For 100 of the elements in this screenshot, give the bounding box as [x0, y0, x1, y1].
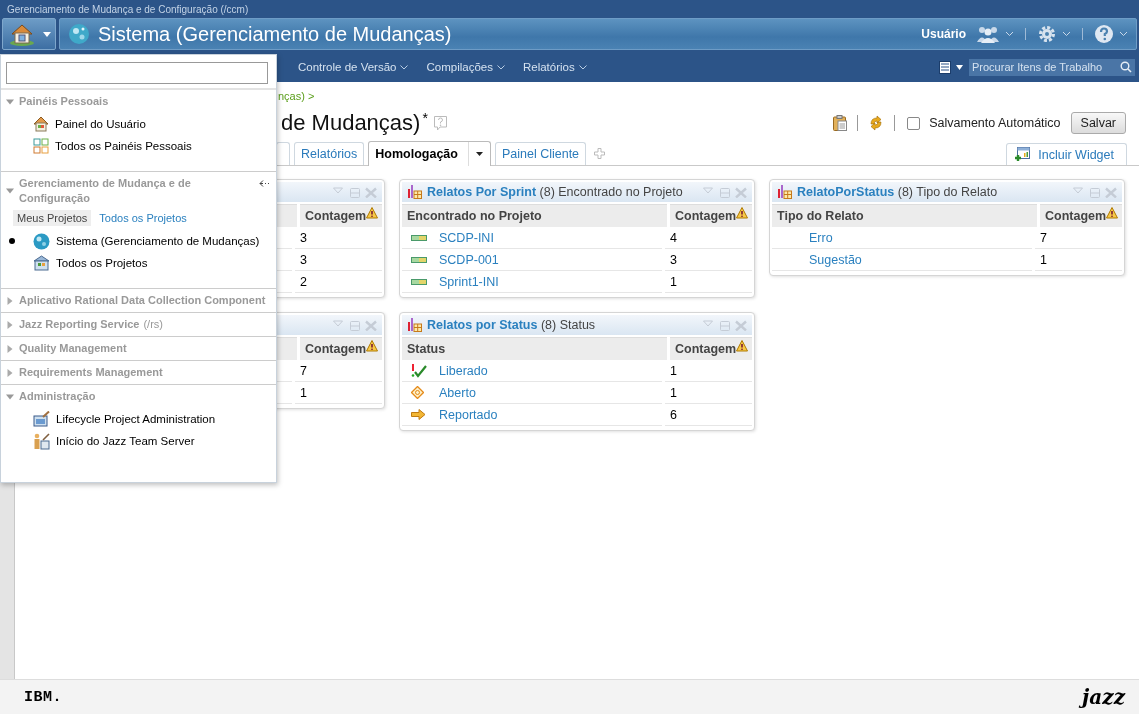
- nav-menu[interactable]: Controle de Versão: [298, 61, 409, 73]
- row-link[interactable]: Aberto: [439, 385, 476, 400]
- help-menu-button[interactable]: [1094, 24, 1128, 44]
- chevron-icon: [1005, 31, 1014, 37]
- widget-controls-icon[interactable]: [703, 319, 747, 331]
- search-field[interactable]: Procurar Itens de Trabalho: [969, 58, 1135, 76]
- iteration-icon: [411, 256, 427, 263]
- count-cell: 6: [665, 404, 752, 426]
- warning-icon: [366, 207, 378, 219]
- iteration-icon: [411, 278, 427, 285]
- home-menu-button[interactable]: [2, 18, 56, 50]
- ibm-logo: IBM.: [24, 688, 62, 706]
- section-title[interactable]: Aplicativo Rational Data Collection Component: [19, 293, 270, 308]
- count-cell: 1: [665, 360, 752, 382]
- nav-menu[interactable]: Relatórios: [522, 61, 587, 73]
- count-cell: 4: [665, 227, 752, 249]
- column-header-label: Contagem: [1045, 209, 1107, 223]
- section-title[interactable]: Requirements Management: [19, 365, 270, 380]
- widget-controls-icon[interactable]: [333, 186, 377, 198]
- caret-icon: [43, 31, 51, 37]
- widget-controls-icon[interactable]: [333, 319, 377, 331]
- caret-icon: [956, 64, 963, 70]
- save-button[interactable]: Salvar: [1070, 112, 1126, 134]
- row-link[interactable]: Reportado: [439, 407, 498, 422]
- filter-tab[interactable]: Meus Projetos: [13, 210, 92, 226]
- menu-item[interactable]: Todos os Projetos: [56, 257, 148, 269]
- collapsed-triangle-icon[interactable]: [6, 368, 14, 377]
- row-link[interactable]: Sprint1-INI: [439, 274, 499, 289]
- row-link[interactable]: SCDP-INI: [439, 230, 494, 245]
- help-icon[interactable]: [433, 115, 447, 131]
- menu-item[interactable]: Início do Jazz Team Server: [56, 435, 195, 447]
- users-menu-button[interactable]: [976, 25, 1014, 43]
- section-title[interactable]: Jazz Reporting Service: [19, 317, 140, 332]
- pin-arrow-icon[interactable]: [259, 180, 270, 187]
- warning-icon: [736, 207, 748, 219]
- widget-title: RelatoPorStatus (8) Tipo do Relato: [797, 185, 998, 199]
- clipboard-icon[interactable]: [833, 115, 848, 131]
- section-suffix: (/rs): [143, 317, 163, 332]
- row-link[interactable]: Erro: [809, 230, 833, 245]
- autosave-label: Salvamento Automático: [929, 116, 1061, 130]
- filter-tab[interactable]: Todos os Projetos: [95, 210, 191, 226]
- chevron-icon: [1119, 31, 1128, 37]
- dashboards-icon: [33, 138, 49, 154]
- collapsed-triangle-icon[interactable]: [6, 296, 14, 305]
- chevron-icon: [400, 64, 409, 70]
- row-link[interactable]: Liberado: [439, 363, 488, 378]
- caret-icon[interactable]: [475, 152, 483, 156]
- work-item-type-button[interactable]: [939, 60, 963, 74]
- user-name: Usuário: [921, 27, 966, 41]
- count-cell: 1: [1035, 249, 1122, 271]
- widget-controls-icon[interactable]: [703, 186, 747, 198]
- list-icon: [939, 60, 951, 74]
- section-title[interactable]: Quality Management: [19, 341, 270, 356]
- page-title: de Mudanças): [281, 110, 421, 136]
- widget-title: Relatos Por Sprint (8) Encontrado no Projeto: [427, 185, 683, 199]
- expanded-triangle-icon[interactable]: [6, 97, 14, 106]
- column-header: Status: [402, 337, 667, 360]
- add-widget-tab[interactable]: Incluir Widget: [1006, 143, 1127, 165]
- search-icon: [1120, 61, 1132, 73]
- count-cell: 1: [665, 382, 752, 404]
- widget-controls-icon[interactable]: [1073, 186, 1117, 198]
- section-title[interactable]: Painéis Pessoais: [19, 94, 270, 109]
- dashboard-tab[interactable]: Painel Cliente: [494, 142, 587, 165]
- globe-icon: [33, 232, 50, 250]
- expanded-triangle-icon[interactable]: [6, 392, 14, 401]
- row-link[interactable]: SCDP-001: [439, 252, 499, 267]
- chart-table-icon: [408, 318, 422, 332]
- settings-icon: [1037, 24, 1057, 44]
- sync-icon[interactable]: [868, 115, 885, 131]
- count-cell: 7: [295, 360, 382, 382]
- settings-menu-button[interactable]: [1037, 24, 1071, 44]
- add-widget-icon: [1015, 147, 1031, 162]
- count-cell: 7: [1035, 227, 1122, 249]
- section-title[interactable]: Gerenciamento de Mudança e de Configuração: [19, 176, 254, 206]
- count-cell: 1: [295, 382, 382, 404]
- add-tab-icon[interactable]: [594, 147, 606, 159]
- count-cell: 3: [295, 249, 382, 271]
- expanded-triangle-icon[interactable]: [6, 187, 14, 195]
- chevron-icon: [1062, 31, 1071, 37]
- menu-search-field[interactable]: [6, 62, 268, 84]
- menu-item[interactable]: Todos os Painéis Pessoais: [55, 140, 192, 152]
- nav-menu[interactable]: Compilações: [426, 61, 505, 73]
- column-header: Tipo do Relato: [772, 204, 1037, 227]
- menu-item[interactable]: Painel do Usuário: [55, 118, 146, 130]
- menu-item[interactable]: Sistema (Gerenciamento de Mudanças): [56, 235, 260, 247]
- globe-icon: [68, 23, 90, 45]
- collapsed-triangle-icon[interactable]: [6, 344, 14, 353]
- iteration-icon: [411, 234, 427, 241]
- app-title: Gerenciamento de Mudança e de Configuração (/ccm): [7, 3, 249, 15]
- menu-item[interactable]: Lifecycle Project Administration: [56, 413, 216, 425]
- dashboard-tab[interactable]: Homologação: [368, 141, 491, 166]
- breadcrumb-link[interactable]: nças) >: [278, 90, 315, 102]
- dashboard-tab[interactable]: Relatórios: [294, 142, 365, 165]
- row-link[interactable]: Sugestão: [809, 252, 862, 267]
- autosave-checkbox[interactable]: [907, 116, 921, 130]
- section-title[interactable]: Administração: [19, 389, 270, 404]
- chevron-icon: [578, 64, 587, 70]
- collapsed-triangle-icon[interactable]: [6, 320, 14, 329]
- warning-icon: [366, 340, 378, 352]
- column-header-label: Contagem: [675, 342, 737, 356]
